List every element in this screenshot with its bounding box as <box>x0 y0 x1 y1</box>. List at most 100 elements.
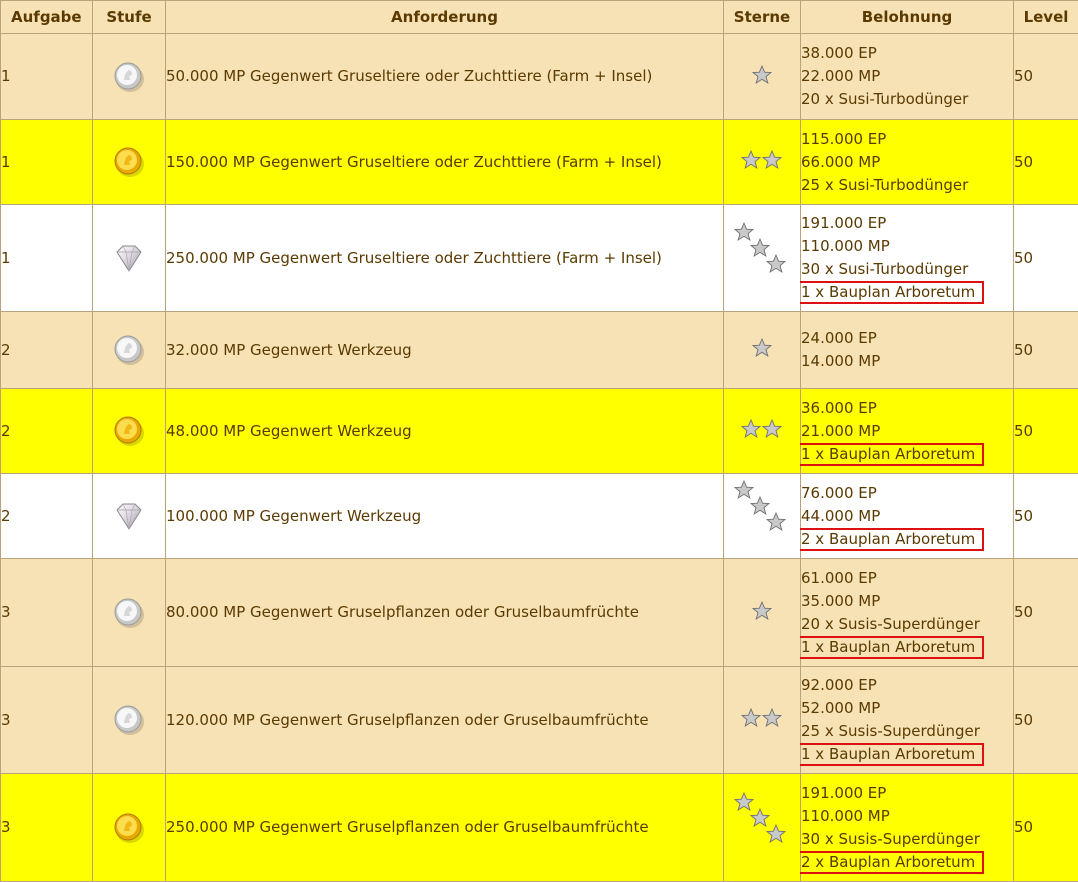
sterne-cell <box>724 474 801 559</box>
aufgabe-cell: 2 <box>1 389 93 474</box>
table-row: 1150.000 MP Gegenwert Gruseltiere oder Z… <box>1 120 1078 205</box>
diamond-icon <box>112 249 146 267</box>
reward-line: 110.000 MP <box>801 235 1013 258</box>
stufe-cell <box>93 34 166 120</box>
table-row: 248.000 MP Gegenwert Werkzeug36.000 EP21… <box>1 389 1078 474</box>
star-icon <box>762 419 782 446</box>
aufgabe-cell: 3 <box>1 774 93 882</box>
level-cell: 50 <box>1014 34 1078 120</box>
aufgabe-cell: 3 <box>1 667 93 774</box>
aufgabe-cell: 2 <box>1 312 93 389</box>
reward-line: 20 x Susi-Turbodünger <box>801 88 1013 111</box>
table-row: 1 50.000 MP Gegenwert Gruseltiere oder Zu… <box>1 34 1078 120</box>
header-aufgabe: Aufgabe <box>1 1 93 34</box>
quest-table-body: 1 50.000 MP Gegenwert Gruseltiere oder Zu… <box>1 34 1078 882</box>
sterne-cell <box>724 205 801 312</box>
silver-coin-icon <box>112 67 146 85</box>
reward-line: 30 x Susi-Turbodünger <box>801 258 1013 281</box>
table-row: 2100.000 MP Gegenwert Werkzeug76.000 EP4… <box>1 474 1078 559</box>
level-cell: 50 <box>1014 389 1078 474</box>
aufgabe-cell: 2 <box>1 474 93 559</box>
table-row: 3 250.000 MP Gegenwert Gruselpflanzen ode… <box>1 774 1078 882</box>
reward-line: 20 x Susis-Superdünger <box>801 613 1013 636</box>
sterne-cell <box>724 559 801 667</box>
belohnung-cell: 92.000 EP52.000 MP25 x Susis-Superdünger… <box>801 667 1014 774</box>
table-row: 3120.000 MP Gegenwert Gruselpflanzen ode… <box>1 667 1078 774</box>
header-level: Level <box>1014 1 1078 34</box>
reward-line: 61.000 EP <box>801 567 1013 590</box>
belohnung-cell: 38.000 EP22.000 MP20 x Susi-Turbodünger <box>801 34 1014 120</box>
highlighted-reward: 1 x Bauplan Arboretum <box>796 743 984 766</box>
stufe-cell <box>93 205 166 312</box>
sterne-cell <box>724 389 801 474</box>
star-icon <box>766 254 786 281</box>
stufe-cell <box>93 312 166 389</box>
table-row: 2 32.000 MP Gegenwert Werkzeug 24.000 EP14… <box>1 312 1078 389</box>
gold-coin-icon <box>112 422 146 440</box>
level-cell: 50 <box>1014 559 1078 667</box>
header-belohnung: Belohnung <box>801 1 1014 34</box>
anforderung-cell: 150.000 MP Gegenwert Gruseltiere oder Zu… <box>166 120 724 205</box>
star-icon <box>766 512 786 539</box>
belohnung-cell: 76.000 EP44.000 MP2 x Bauplan Arboretum <box>801 474 1014 559</box>
sterne-cell <box>724 667 801 774</box>
level-cell: 50 <box>1014 474 1078 559</box>
belohnung-cell: 36.000 EP21.000 MP1 x Bauplan Arboretum <box>801 389 1014 474</box>
silver-coin-icon <box>112 711 146 729</box>
stufe-cell <box>93 389 166 474</box>
sterne-cell <box>724 774 801 882</box>
anforderung-cell: 32.000 MP Gegenwert Werkzeug <box>166 312 724 389</box>
silver-coin-icon <box>112 341 146 359</box>
belohnung-cell: 115.000 EP66.000 MP25 x Susi-Turbodünger <box>801 120 1014 205</box>
reward-line: 38.000 EP <box>801 42 1013 65</box>
stufe-cell <box>93 667 166 774</box>
stufe-cell <box>93 774 166 882</box>
reward-line: 76.000 EP <box>801 482 1013 505</box>
anforderung-cell: 250.000 MP Gegenwert Gruseltiere oder Zu… <box>166 205 724 312</box>
reward-line: 66.000 MP <box>801 151 1013 174</box>
gold-coin-icon <box>112 818 146 836</box>
highlighted-reward: 1 x Bauplan Arboretum <box>796 443 984 466</box>
aufgabe-cell: 1 <box>1 34 93 120</box>
star-icon <box>752 601 772 628</box>
reward-line: 115.000 EP <box>801 128 1013 151</box>
reward-line: 25 x Susis-Superdünger <box>801 720 1013 743</box>
belohnung-cell: 61.000 EP35.000 MP20 x Susis-Superdünger… <box>801 559 1014 667</box>
belohnung-cell: 191.000 EP110.000 MP30 x Susi-Turbodünge… <box>801 205 1014 312</box>
header-row: Aufgabe Stufe Anforderung Sterne Belohnu… <box>1 1 1078 34</box>
reward-line: 191.000 EP <box>801 212 1013 235</box>
reward-line: 25 x Susi-Turbodünger <box>801 174 1013 197</box>
highlighted-reward: 2 x Bauplan Arboretum <box>796 851 984 874</box>
sterne-cell <box>724 34 801 120</box>
diamond-icon <box>112 507 146 525</box>
star-icon <box>741 419 761 446</box>
level-cell: 50 <box>1014 774 1078 882</box>
level-cell: 50 <box>1014 312 1078 389</box>
star-icon <box>762 708 782 735</box>
anforderung-cell: 50.000 MP Gegenwert Gruseltiere oder Zuc… <box>166 34 724 120</box>
header-sterne: Sterne <box>724 1 801 34</box>
table-row: 1 250.000 MP Gegenwert Gruseltiere oder Z… <box>1 205 1078 312</box>
aufgabe-cell: 3 <box>1 559 93 667</box>
star-icon <box>752 338 772 365</box>
anforderung-cell: 250.000 MP Gegenwert Gruselpflanzen oder… <box>166 774 724 882</box>
stufe-cell <box>93 559 166 667</box>
aufgabe-cell: 1 <box>1 205 93 312</box>
belohnung-cell: 24.000 EP14.000 MP <box>801 312 1014 389</box>
reward-line: 22.000 MP <box>801 65 1013 88</box>
sterne-cell <box>724 312 801 389</box>
silver-coin-icon <box>112 603 146 621</box>
highlighted-reward: 1 x Bauplan Arboretum <box>796 636 984 659</box>
quest-table: Aufgabe Stufe Anforderung Sterne Belohnu… <box>0 0 1078 882</box>
star-icon <box>741 150 761 177</box>
level-cell: 50 <box>1014 120 1078 205</box>
stufe-cell <box>93 474 166 559</box>
level-cell: 50 <box>1014 667 1078 774</box>
gold-coin-icon <box>112 153 146 171</box>
star-icon <box>741 708 761 735</box>
reward-line: 14.000 MP <box>801 350 1013 373</box>
star-icon <box>752 65 772 92</box>
reward-line: 36.000 EP <box>801 397 1013 420</box>
header-stufe: Stufe <box>93 1 166 34</box>
reward-line: 30 x Susis-Superdünger <box>801 828 1013 851</box>
